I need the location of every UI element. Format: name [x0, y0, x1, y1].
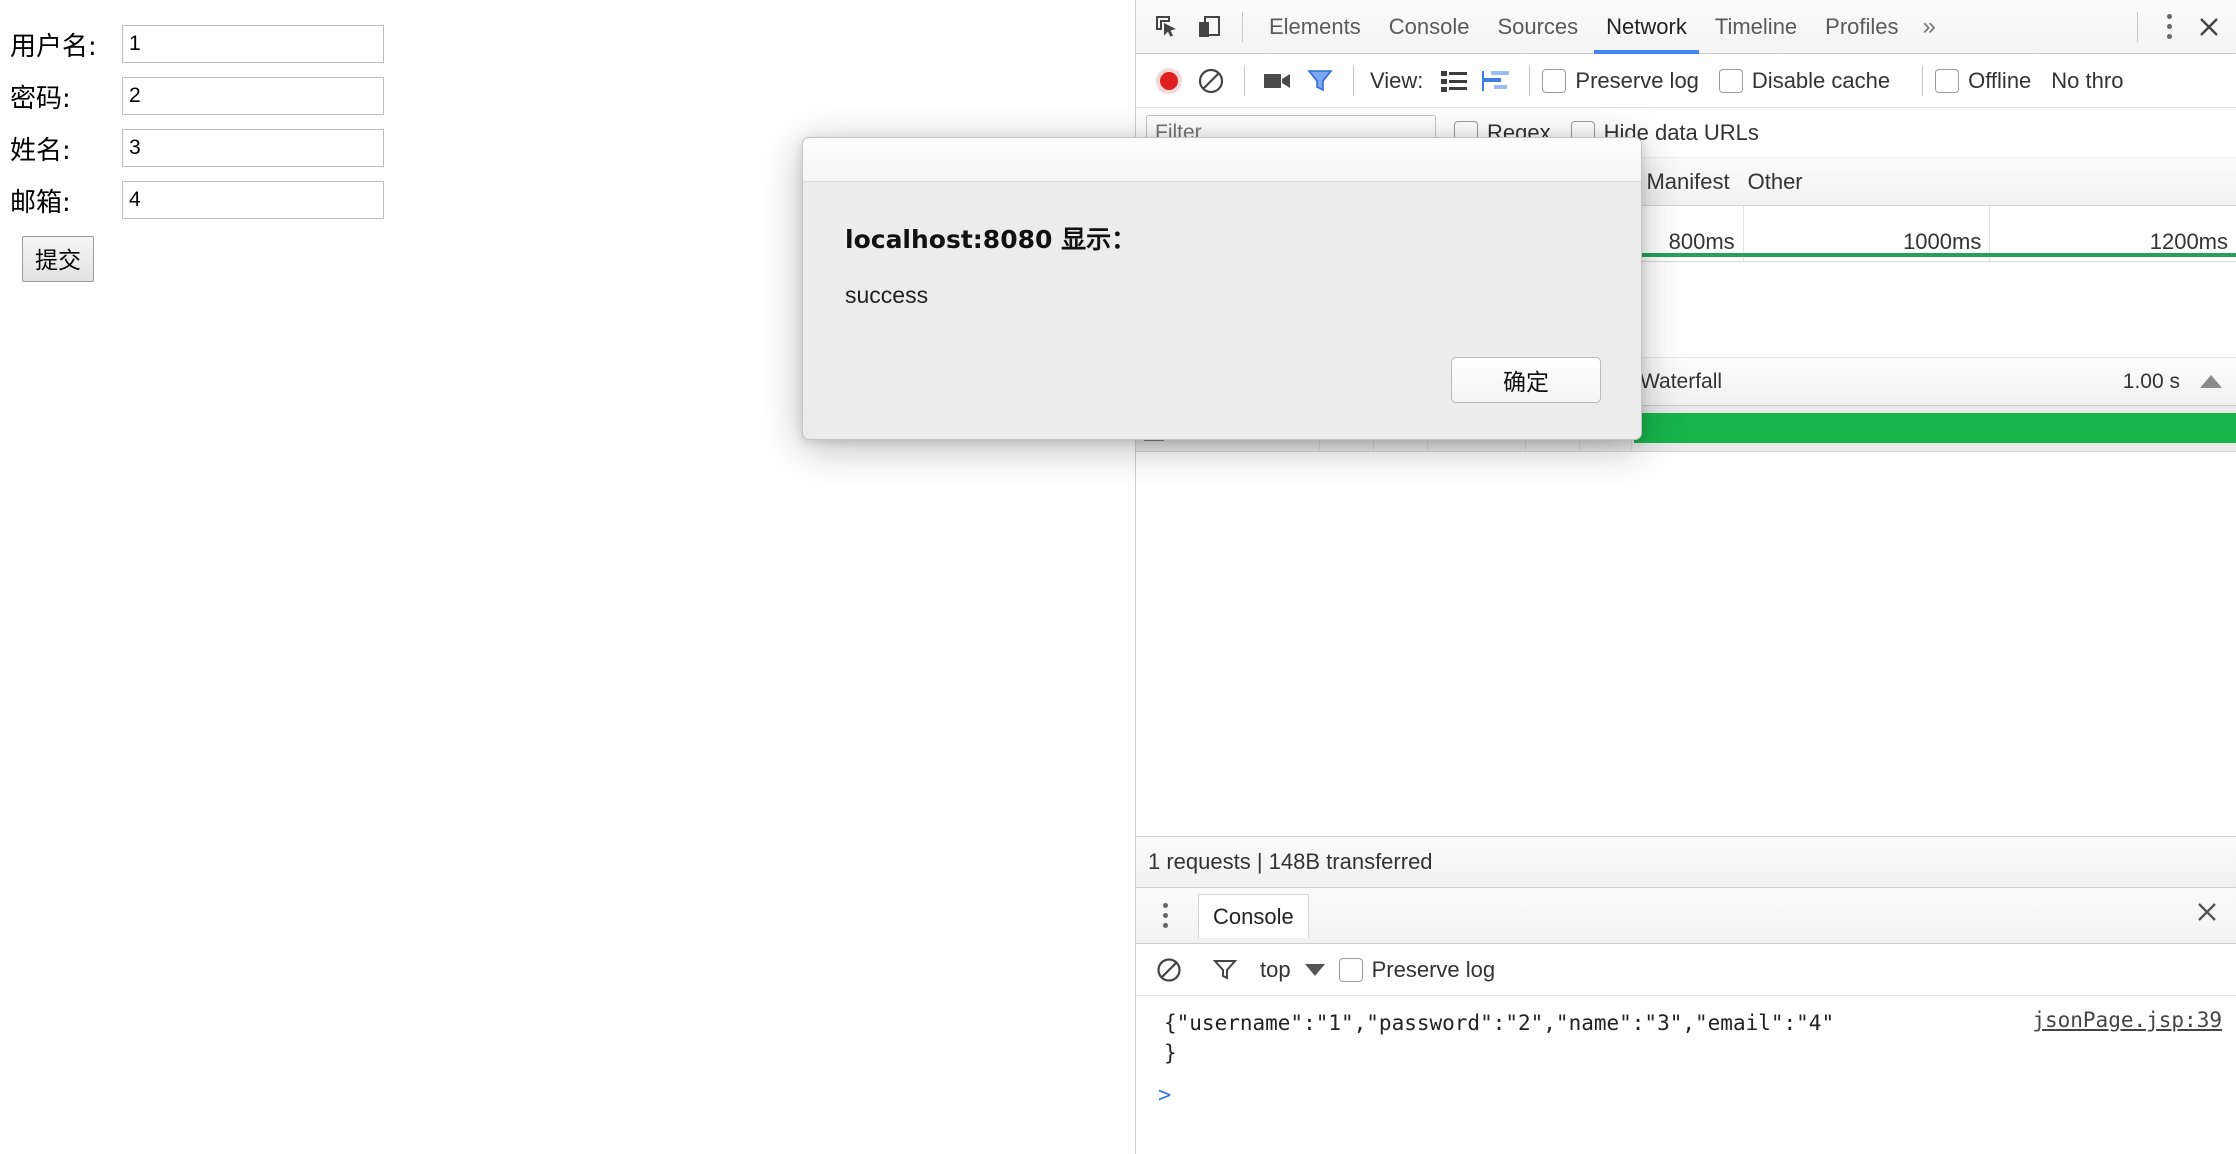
toggle-device-toolbar-icon[interactable]: [1188, 6, 1230, 48]
tab-network[interactable]: Network: [1592, 0, 1701, 54]
waterfall-scale-label: 1.00 s: [2122, 369, 2180, 393]
submit-button[interactable]: 提交: [22, 236, 94, 282]
toolbar-divider-right: [2137, 11, 2138, 42]
type-filter-manifest[interactable]: Manifest: [1646, 169, 1729, 195]
console-preserve-log-checkbox[interactable]: Preserve log: [1338, 956, 1496, 983]
label-name: 姓名:: [10, 135, 71, 166]
tab-sources[interactable]: Sources: [1483, 0, 1592, 54]
network-status-bar: 1 requests | 148B transferred: [1136, 836, 2236, 888]
disable-cache-checkbox[interactable]: Disable cache: [1718, 67, 1891, 94]
close-drawer-icon[interactable]: [2194, 899, 2220, 933]
view-waterfall-icon[interactable]: [1475, 60, 1517, 102]
record-button-icon[interactable]: [1148, 60, 1190, 102]
console-preserve-log-label: Preserve log: [1371, 956, 1496, 982]
chevron-down-icon[interactable]: [1304, 963, 1325, 976]
header-waterfall-label: Waterfall: [1640, 369, 1723, 393]
name-input[interactable]: [122, 129, 384, 167]
dialog-origin-title: localhost:8080 显示：: [845, 225, 1137, 254]
label-username: 用户名:: [10, 31, 97, 62]
offline-label: Offline: [1968, 67, 2032, 93]
controls-divider-1: [1244, 65, 1245, 96]
password-input[interactable]: [122, 77, 384, 115]
controls-divider-3: [1529, 65, 1531, 96]
controls-divider-4: [1922, 65, 1924, 96]
label-email: 邮箱:: [10, 187, 71, 218]
tab-elements[interactable]: Elements: [1255, 0, 1375, 54]
console-filter-icon[interactable]: [1204, 949, 1246, 991]
type-filter-other[interactable]: Other: [1748, 169, 1803, 195]
dialog-actions: 确定: [1451, 357, 1601, 403]
view-label: View:: [1370, 67, 1424, 93]
console-toolbar: top Preserve log: [1136, 944, 2236, 996]
view-list-icon[interactable]: [1433, 60, 1475, 102]
alert-dialog: localhost:8080 显示： success 确定: [802, 137, 1642, 440]
sort-ascending-icon[interactable]: [2200, 375, 2222, 388]
clear-console-icon[interactable]: [1148, 949, 1190, 991]
network-table-body-empty: [1136, 452, 2236, 836]
inspect-element-icon[interactable]: [1146, 6, 1188, 48]
console-output: {"username":"1","password":"2","name":"3…: [1136, 996, 2236, 1146]
username-input[interactable]: [122, 25, 384, 63]
form-row-username: 用户名:: [10, 18, 1135, 70]
waterfall-bar: [1634, 413, 2236, 443]
disable-cache-label: Disable cache: [1751, 67, 1891, 93]
network-controls-toolbar: View: Preserve log Disable cache Offline…: [1136, 54, 2236, 108]
email-input[interactable]: [122, 181, 384, 219]
throttling-select[interactable]: No thro: [2051, 68, 2123, 94]
toolbar-divider: [1242, 11, 1243, 42]
drawer-menu-icon[interactable]: [1146, 903, 1184, 928]
filter-toggle-icon[interactable]: [1299, 60, 1341, 102]
header-waterfall[interactable]: Waterfall 1.00 s: [1632, 358, 2236, 405]
disable-cache-box[interactable]: [1718, 68, 1743, 93]
more-tabs-icon[interactable]: »: [1913, 13, 1946, 41]
dialog-body: localhost:8080 显示： success: [803, 182, 1641, 309]
toolbar-right-group: [2125, 6, 2236, 48]
close-devtools-icon[interactable]: [2188, 6, 2230, 48]
drawer-tab-console[interactable]: Console: [1198, 893, 1309, 938]
devtools-menu-icon[interactable]: [2150, 14, 2188, 39]
preserve-log-box[interactable]: [1542, 68, 1567, 93]
console-prompt-icon: >: [1158, 1082, 1172, 1108]
offline-checkbox[interactable]: Offline: [1935, 68, 2031, 94]
console-source-link[interactable]: jsonPage.jsp:39: [2032, 1008, 2222, 1032]
preserve-log-checkbox[interactable]: Preserve log: [1542, 68, 1699, 94]
dialog-titlebar: [803, 138, 1641, 182]
controls-divider-2: [1353, 65, 1354, 96]
form-row-password: 密码:: [10, 70, 1135, 122]
console-context-selector[interactable]: top: [1260, 957, 1291, 983]
dialog-ok-button[interactable]: 确定: [1451, 357, 1601, 403]
screen: 用户名: 密码: 姓名: 邮箱: 提交: [0, 0, 2236, 1154]
tab-profiles[interactable]: Profiles: [1811, 0, 1912, 54]
console-prompt-row[interactable]: >: [1136, 1083, 2236, 1108]
offline-box[interactable]: [1935, 68, 1960, 93]
capture-screenshots-icon[interactable]: [1257, 60, 1299, 102]
preserve-log-label: Preserve log: [1575, 67, 1699, 93]
label-password: 密码:: [10, 83, 71, 114]
tab-console[interactable]: Console: [1375, 0, 1484, 54]
drawer-tabbar: Console: [1136, 888, 2236, 944]
clear-network-log-icon[interactable]: [1190, 60, 1232, 102]
console-preserve-log-box[interactable]: [1338, 957, 1363, 982]
row-waterfall-cell: [1632, 406, 2236, 451]
tab-timeline[interactable]: Timeline: [1701, 0, 1811, 54]
dialog-message: success: [845, 282, 929, 308]
devtools-tabbar: Elements Console Sources Network Timelin…: [1136, 0, 2236, 54]
